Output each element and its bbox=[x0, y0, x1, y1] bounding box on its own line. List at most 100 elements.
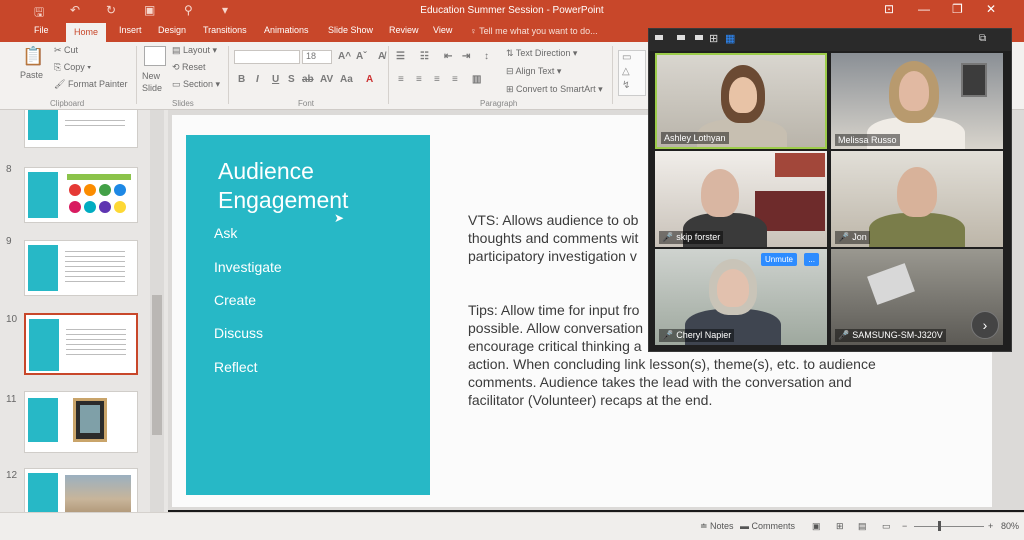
scrollbar-thumb[interactable] bbox=[152, 295, 162, 435]
zoom-slider-thumb[interactable] bbox=[938, 521, 941, 531]
tab-insert[interactable]: Insert bbox=[119, 25, 142, 35]
video-call-window[interactable]: ⊞ ▦ ⧉ Ashley Lothyan Melissa Russo 🎤 skip… bbox=[648, 28, 1012, 352]
close-icon[interactable]: ✕ bbox=[986, 2, 996, 16]
tab-transitions[interactable]: Transitions bbox=[203, 25, 247, 35]
reading-view-icon[interactable]: ▤ bbox=[858, 521, 867, 532]
tab-design[interactable]: Design bbox=[158, 25, 186, 35]
tab-home[interactable]: Home bbox=[66, 23, 107, 42]
cut-button[interactable]: ✂ Cut bbox=[54, 45, 78, 56]
bullets-icon[interactable]: ☰ bbox=[396, 51, 405, 62]
slide-sorter-icon[interactable]: ⊞ bbox=[836, 521, 844, 532]
change-case-icon[interactable]: Aa bbox=[340, 74, 353, 85]
participant-tile-skip[interactable]: 🎤 skip forster bbox=[655, 151, 827, 247]
strip-view-icon[interactable] bbox=[695, 35, 703, 40]
zoom-level[interactable]: 80% bbox=[1001, 521, 1019, 531]
layout-button[interactable]: ▤ Layout ▾ bbox=[172, 45, 217, 56]
slide-thumbnail-7[interactable] bbox=[24, 110, 138, 148]
thumbnail-scrollbar[interactable] bbox=[150, 110, 164, 530]
shrink-font-icon[interactable]: Aˇ bbox=[356, 51, 367, 62]
grid-view-icon[interactable]: ⊞ bbox=[709, 32, 718, 45]
numbering-icon[interactable]: ☷ bbox=[420, 51, 429, 62]
participant-tile-melissa[interactable]: Melissa Russo bbox=[831, 53, 1003, 149]
tab-slide-show[interactable]: Slide Show bbox=[328, 25, 373, 35]
zoom-slider[interactable] bbox=[914, 526, 984, 527]
font-color-icon[interactable]: A bbox=[366, 74, 373, 85]
section-button[interactable]: ▭ Section ▾ bbox=[172, 79, 220, 90]
slide-thumbnail-9[interactable] bbox=[24, 240, 138, 296]
format-painter-button[interactable]: 🖌 Format Painter bbox=[54, 79, 127, 90]
text-direction-button[interactable]: ⇅ Text Direction ▾ bbox=[506, 48, 577, 59]
tab-file[interactable]: File bbox=[34, 25, 49, 35]
participant-tile-ashley[interactable]: Ashley Lothyan bbox=[655, 53, 827, 149]
comments-button[interactable]: ▬ Comments bbox=[740, 521, 795, 531]
italic-icon[interactable]: I bbox=[256, 74, 259, 85]
tips-line: comments. Audience takes the lead with t… bbox=[468, 374, 852, 390]
align-right-icon[interactable]: ≡ bbox=[434, 74, 440, 85]
new-slide-icon[interactable] bbox=[144, 46, 166, 66]
bullet-reflect[interactable]: Reflect bbox=[214, 359, 258, 375]
zoom-in-icon[interactable]: + bbox=[988, 521, 993, 531]
next-page-button[interactable]: › bbox=[971, 311, 999, 339]
participant-name: Ashley Lothyan bbox=[661, 132, 729, 144]
participant-tile-jon[interactable]: 🎤 Jon bbox=[831, 151, 1003, 247]
align-left-icon[interactable]: ≡ bbox=[398, 74, 404, 85]
underline-icon[interactable]: U bbox=[272, 74, 279, 85]
align-center-icon[interactable]: ≡ bbox=[416, 74, 422, 85]
tell-me-box[interactable]: ♀ Tell me what you want to do... bbox=[470, 26, 598, 36]
outdent-icon[interactable]: ⇥ bbox=[462, 51, 470, 62]
convert-smartart-button[interactable]: ⊞ Convert to SmartArt ▾ bbox=[506, 84, 603, 95]
line-spacing-icon[interactable]: ↕ bbox=[484, 51, 489, 62]
comment-icon: ▬ bbox=[740, 521, 752, 531]
minimize-icon[interactable]: — bbox=[918, 2, 930, 16]
tab-review[interactable]: Review bbox=[389, 25, 419, 35]
bold-icon[interactable]: B bbox=[238, 74, 245, 85]
paste-icon[interactable]: 📋 bbox=[22, 46, 44, 67]
indent-icon[interactable]: ⇤ bbox=[444, 51, 452, 62]
slide-title[interactable]: Audience Engagement bbox=[218, 157, 438, 215]
slideshow-view-icon[interactable]: ▭ bbox=[882, 521, 891, 532]
restore-icon[interactable]: ❐ bbox=[952, 2, 963, 16]
columns-icon[interactable]: ▥ bbox=[472, 74, 481, 85]
slide-thumbnail-8[interactable] bbox=[24, 167, 138, 223]
tab-animations[interactable]: Animations bbox=[264, 25, 309, 35]
font-group-label: Font bbox=[298, 99, 315, 108]
clear-formatting-icon[interactable]: A̸ bbox=[378, 51, 385, 62]
zoom-out-icon[interactable]: − bbox=[902, 521, 907, 531]
more-options-button[interactable]: ... bbox=[804, 253, 819, 266]
align-text-button[interactable]: ⊟ Align Text ▾ bbox=[506, 66, 561, 77]
notes-button[interactable]: ≐ Notes bbox=[700, 521, 734, 532]
copy-button[interactable]: ⎘ Copy ▾ bbox=[54, 62, 91, 73]
char-spacing-icon[interactable]: AV bbox=[320, 74, 333, 85]
slide-thumbnail-10-selected[interactable] bbox=[24, 313, 138, 375]
shapes-gallery[interactable]: ▭ △ ↯ bbox=[618, 50, 646, 96]
unmute-button[interactable]: Unmute bbox=[760, 253, 797, 266]
bullet-discuss[interactable]: Discuss bbox=[214, 325, 263, 341]
reset-button[interactable]: ⟲ Reset bbox=[172, 62, 206, 73]
bullet-create[interactable]: Create bbox=[214, 292, 256, 308]
tab-view[interactable]: View bbox=[433, 25, 452, 35]
participant-tile-cheryl[interactable]: Unmute ... 🎤 Cheryl Napier bbox=[655, 249, 827, 345]
strikethrough-icon[interactable]: ab bbox=[302, 74, 314, 85]
paste-button[interactable]: Paste bbox=[20, 70, 43, 80]
ribbon-display-icon[interactable]: ⊡ bbox=[884, 2, 894, 16]
gallery-view-icon[interactable]: ▦ bbox=[725, 32, 735, 45]
font-size-field[interactable]: 18 bbox=[302, 50, 332, 64]
new-slide-button[interactable]: New Slide bbox=[142, 70, 172, 94]
thumb-text-lines bbox=[66, 325, 126, 355]
normal-view-icon[interactable]: ▣ bbox=[812, 521, 821, 532]
font-name-field[interactable] bbox=[234, 50, 300, 64]
paragraph-group-label: Paragraph bbox=[480, 99, 518, 108]
slide-thumbnail-11[interactable] bbox=[24, 391, 138, 453]
status-bar: ≐ Notes ▬ Comments ▣ ⊞ ▤ ▭ − + 80% bbox=[0, 512, 1024, 540]
divider bbox=[612, 46, 613, 104]
exit-fullscreen-icon[interactable]: ⧉ bbox=[979, 33, 986, 44]
align-text-label: Align Text bbox=[515, 66, 555, 76]
speaker-view-icon[interactable] bbox=[655, 35, 663, 40]
participant-name-bar: 🎤 SAMSUNG-SM-J320V bbox=[835, 329, 946, 342]
grow-font-icon[interactable]: A^ bbox=[338, 51, 351, 62]
justify-icon[interactable]: ≡ bbox=[452, 74, 458, 85]
bullet-investigate[interactable]: Investigate bbox=[214, 259, 282, 275]
minimize-video-icon[interactable] bbox=[677, 35, 685, 40]
shadow-icon[interactable]: S bbox=[288, 74, 295, 85]
bullet-ask[interactable]: Ask bbox=[214, 225, 237, 241]
